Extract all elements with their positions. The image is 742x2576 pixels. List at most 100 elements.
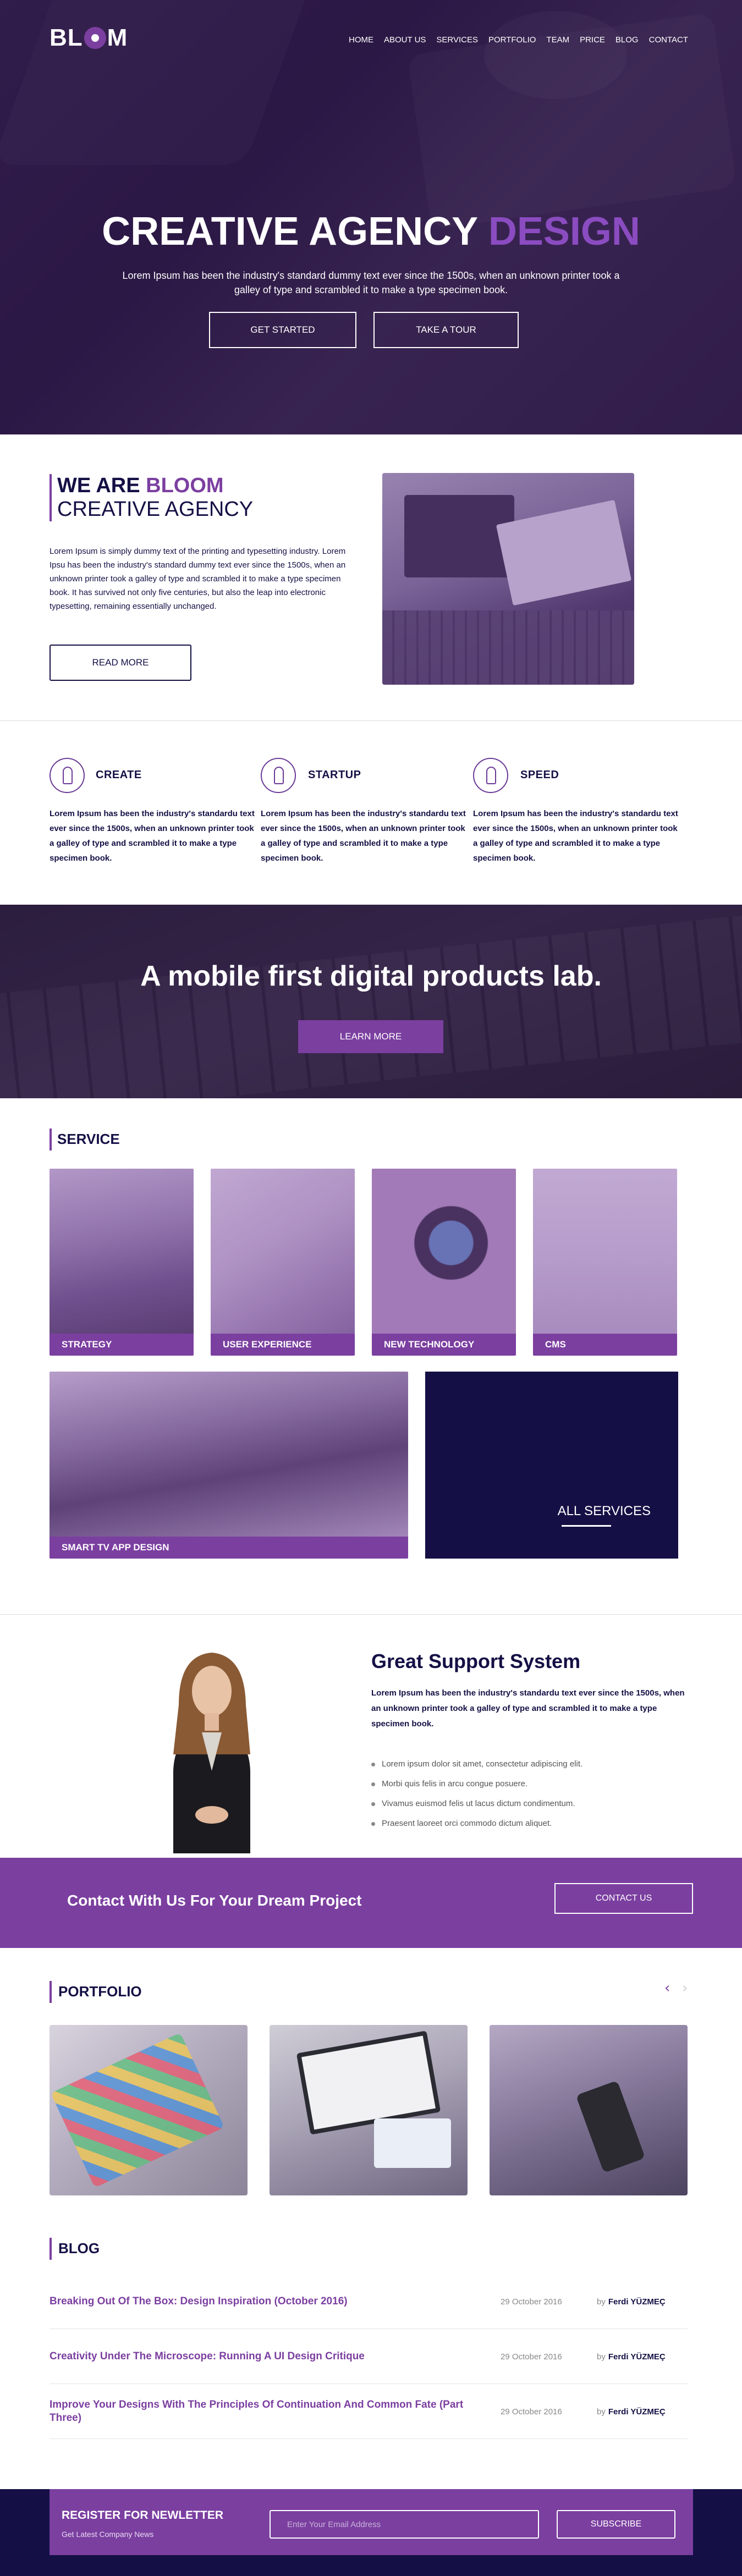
author-name: Ferdi YÜZMEÇ: [608, 2297, 666, 2307]
blog-post-author: by Ferdi YÜZMEÇ: [597, 2274, 666, 2329]
all-services-label: ALL SERVICES: [557, 1504, 651, 1518]
banner-title: A mobile first digital products lab.: [140, 960, 602, 992]
table-row: Breaking Out Of The Box: Design Inspirat…: [50, 2274, 688, 2329]
all-services-card[interactable]: ALL SERVICES: [425, 1372, 678, 1559]
service-card-cms[interactable]: CMS: [533, 1169, 677, 1356]
list-item: Morbi quis felis in arcu congue posuere.: [371, 1774, 582, 1794]
section-divider: [0, 1614, 742, 1615]
feature-title-create: CREATE: [96, 769, 142, 781]
banner-section: [0, 905, 742, 1098]
contact-title: Contact With Us For Your Dream Project: [67, 1892, 362, 1909]
contact-us-button[interactable]: CONTACT US: [554, 1883, 693, 1914]
section-divider: [0, 720, 742, 721]
hand-phone: [575, 2080, 646, 2173]
newsletter-subtitle: Get Latest Company News: [62, 2530, 154, 2539]
list-item: Praesent laoreet orci commodo dictum ali…: [371, 1814, 582, 1834]
card-caption: CMS: [533, 1334, 677, 1356]
card-tint: [50, 1169, 194, 1334]
card-tint: [372, 1169, 516, 1334]
card-tint: [211, 1169, 355, 1334]
author-name: Ferdi YÜZMEÇ: [608, 2352, 666, 2362]
read-more-button[interactable]: READ MORE: [50, 645, 191, 681]
learn-more-button[interactable]: LEARN MORE: [298, 1020, 443, 1053]
feature-title-speed: SPEED: [520, 769, 559, 781]
all-services-underline: [562, 1525, 611, 1527]
take-a-tour-button[interactable]: TAKE A TOUR: [373, 312, 519, 348]
card-tint: [533, 1169, 677, 1334]
blog-post-author: by Ferdi YÜZMEÇ: [597, 2384, 666, 2439]
hero-subtitle: Lorem Ipsum has been the industry's stan…: [122, 270, 620, 295]
author-by: by: [597, 2407, 606, 2417]
blog-heading: BLOG: [58, 2240, 100, 2256]
blog-post-date: 29 October 2016: [501, 2407, 562, 2417]
blog-post-title[interactable]: Improve Your Designs With The Principles…: [50, 2384, 490, 2439]
support-person-image: [173, 1653, 250, 1853]
list-item: Lorem ipsum dolor sit amet, consectetur …: [371, 1754, 582, 1774]
card-caption: SMART TV APP DESIGN: [50, 1537, 408, 1559]
feature-text-startup: Lorem Ipsum has been the industry's stan…: [261, 809, 466, 863]
support-text: Lorem Ipsum has been the industry's stan…: [371, 1688, 685, 1729]
blog-post-date: 29 October 2016: [501, 2352, 562, 2362]
nav-about-us[interactable]: ABOUT US: [384, 35, 426, 45]
about-subheading: CREATIVE AGENCY: [57, 498, 254, 521]
about-heading-brand: BLOOM: [146, 474, 224, 497]
about-image: [382, 473, 634, 685]
card-caption: USER EXPERIENCE: [211, 1334, 355, 1356]
nav-contact[interactable]: CONTACT: [649, 35, 688, 45]
service-card-new-technology[interactable]: NEW TECHNOLOGY: [372, 1169, 516, 1356]
portfolio-prev-arrow-icon[interactable]: ‹: [664, 1980, 670, 1996]
card-tint: [50, 1372, 408, 1537]
hero-title-accent: DESIGN: [488, 210, 640, 254]
service-heading: SERVICE: [57, 1131, 120, 1147]
support-title: Great Support System: [371, 1650, 581, 1672]
nav-home[interactable]: HOME: [349, 35, 373, 45]
logo[interactable]: BL M: [50, 24, 128, 52]
logo-text-start: BL: [50, 24, 83, 51]
image-tint: [382, 473, 634, 685]
get-started-button[interactable]: GET STARTED: [209, 312, 356, 348]
rocket-icon: [261, 758, 296, 793]
blog-post-title[interactable]: Breaking Out Of The Box: Design Inspirat…: [50, 2274, 490, 2329]
nav-portfolio[interactable]: PORTFOLIO: [488, 35, 536, 45]
robot-icon: [50, 758, 85, 793]
nav-blog[interactable]: BLOG: [615, 35, 639, 45]
service-card-strategy[interactable]: STRATEGY: [50, 1169, 194, 1356]
service-card-user-experience[interactable]: USER EXPERIENCE: [211, 1169, 355, 1356]
logo-text-end: M: [107, 24, 128, 51]
nav-price[interactable]: PRICE: [580, 35, 605, 45]
main-nav: HOME ABOUT US SERVICES PORTFOLIO TEAM PR…: [349, 35, 688, 45]
hero-title: CREATIVE AGENCY DESIGN: [0, 209, 742, 254]
portfolio-item-2[interactable]: [270, 2025, 468, 2195]
table-row: Improve Your Designs With The Principles…: [50, 2384, 688, 2439]
table-row: Creativity Under The Microscope: Running…: [50, 2329, 688, 2384]
logo-o-icon: [84, 27, 106, 49]
banner-overlay: [0, 905, 742, 1098]
tablet-app-grid: [51, 2032, 224, 2188]
support-bullet-list: Lorem ipsum dolor sit amet, consectetur …: [371, 1754, 582, 1834]
nav-services[interactable]: SERVICES: [436, 35, 478, 45]
nav-team[interactable]: TEAM: [546, 35, 569, 45]
card-caption: STRATEGY: [50, 1334, 194, 1356]
subscribe-button[interactable]: SUBSCRIBE: [557, 2510, 675, 2539]
speed-icon: [473, 758, 508, 793]
about-heading: WE ARE BLOOM: [57, 474, 224, 498]
portfolio-next-arrow-icon[interactable]: ›: [682, 1980, 688, 1996]
author-by: by: [597, 2352, 606, 2362]
service-card-smart-tv[interactable]: SMART TV APP DESIGN: [50, 1372, 408, 1559]
portfolio-item-1[interactable]: [50, 2025, 248, 2195]
about-heading-we-are: WE ARE: [57, 474, 146, 497]
about-text: Lorem Ipsum is simply dummy text of the …: [50, 547, 346, 611]
portfolio-item-3[interactable]: [490, 2025, 688, 2195]
blog-post-title[interactable]: Creativity Under The Microscope: Running…: [50, 2329, 490, 2384]
newsletter-email-input[interactable]: [270, 2510, 539, 2539]
feature-text-create: Lorem Ipsum has been the industry's stan…: [50, 809, 255, 863]
list-item: Vivamus euismod felis ut lacus dictum co…: [371, 1794, 582, 1814]
about-accent-bar: [50, 474, 52, 521]
blog-accent-bar: [50, 2238, 52, 2260]
service-accent-bar: [50, 1129, 52, 1151]
author-by: by: [597, 2297, 606, 2307]
feature-title-startup: STARTUP: [308, 769, 361, 781]
hero-title-main: CREATIVE AGENCY: [102, 210, 488, 254]
portfolio-accent-bar: [50, 1981, 52, 2003]
blog-post-author: by Ferdi YÜZMEÇ: [597, 2329, 666, 2384]
